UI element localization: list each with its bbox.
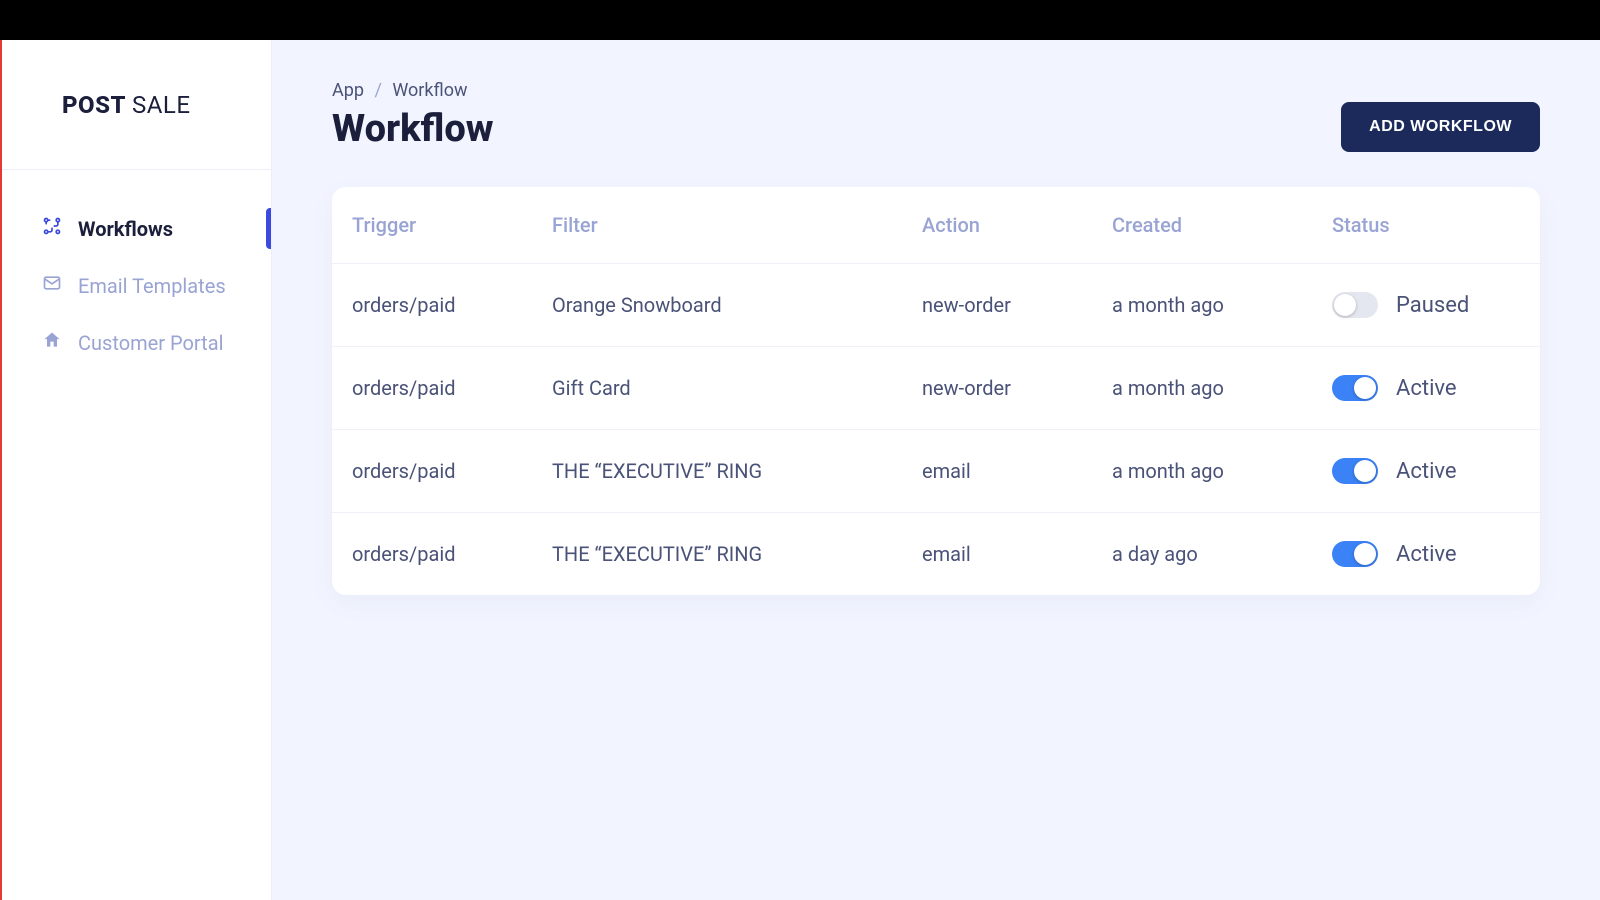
sidebar-nav: Workflows Email Templates Customer bbox=[2, 170, 271, 371]
sidebar-item-customer-portal[interactable]: Customer Portal bbox=[2, 314, 271, 371]
cell-created: a month ago bbox=[1112, 293, 1332, 317]
table-row[interactable]: orders/paidGift Cardnew-ordera month ago… bbox=[332, 346, 1540, 429]
flow-icon bbox=[42, 216, 62, 241]
cell-action: email bbox=[922, 459, 1112, 483]
cell-trigger: orders/paid bbox=[352, 542, 552, 566]
window-letterbox-top bbox=[0, 0, 1600, 40]
table-row[interactable]: orders/paidTHE “EXECUTIVE” RINGemaila da… bbox=[332, 512, 1540, 595]
main-content: App / Workflow Workflow ADD WORKFLOW Tri… bbox=[272, 40, 1600, 900]
brand-logo: POST SALE bbox=[2, 40, 271, 170]
cell-created: a day ago bbox=[1112, 542, 1332, 566]
toggle-knob bbox=[1334, 294, 1356, 316]
cell-trigger: orders/paid bbox=[352, 459, 552, 483]
status-toggle[interactable] bbox=[1332, 375, 1378, 401]
sidebar-item-workflows[interactable]: Workflows bbox=[2, 200, 271, 257]
status-label: Paused bbox=[1396, 293, 1469, 318]
cell-action: email bbox=[922, 542, 1112, 566]
sidebar: POST SALE Workflows bbox=[2, 40, 272, 900]
cell-status: Active bbox=[1332, 375, 1540, 401]
cell-action: new-order bbox=[922, 293, 1112, 317]
cell-filter: THE “EXECUTIVE” RING bbox=[552, 459, 922, 483]
workflow-table: Trigger Filter Action Created Status ord… bbox=[332, 187, 1540, 595]
sidebar-item-label: Workflows bbox=[78, 217, 173, 241]
cell-status: Active bbox=[1332, 541, 1540, 567]
brand-bold: POST bbox=[62, 91, 126, 119]
cell-trigger: orders/paid bbox=[352, 376, 552, 400]
status-label: Active bbox=[1396, 376, 1457, 401]
sidebar-item-email-templates[interactable]: Email Templates bbox=[2, 257, 271, 314]
breadcrumb-current: Workflow bbox=[392, 80, 467, 101]
th-action: Action bbox=[922, 213, 1112, 237]
status-label: Active bbox=[1396, 459, 1457, 484]
status-label: Active bbox=[1396, 542, 1457, 567]
table-row[interactable]: orders/paidTHE “EXECUTIVE” RINGemaila mo… bbox=[332, 429, 1540, 512]
table-row[interactable]: orders/paidOrange Snowboardnew-ordera mo… bbox=[332, 263, 1540, 346]
brand-light: SALE bbox=[132, 91, 190, 119]
cell-status: Paused bbox=[1332, 292, 1540, 318]
home-icon bbox=[42, 330, 62, 355]
th-status: Status bbox=[1332, 213, 1540, 237]
status-toggle[interactable] bbox=[1332, 458, 1378, 484]
table-header-row: Trigger Filter Action Created Status bbox=[332, 187, 1540, 263]
breadcrumb: App / Workflow bbox=[332, 80, 1540, 101]
cell-filter: Gift Card bbox=[552, 376, 922, 400]
cell-filter: THE “EXECUTIVE” RING bbox=[552, 542, 922, 566]
th-filter: Filter bbox=[552, 213, 922, 237]
cell-status: Active bbox=[1332, 458, 1540, 484]
cell-filter: Orange Snowboard bbox=[552, 293, 922, 317]
status-toggle[interactable] bbox=[1332, 292, 1378, 318]
th-created: Created bbox=[1112, 213, 1332, 237]
toggle-knob bbox=[1354, 460, 1376, 482]
cell-action: new-order bbox=[922, 376, 1112, 400]
app-root: POST SALE Workflows bbox=[0, 40, 1600, 900]
th-trigger: Trigger bbox=[352, 213, 552, 237]
status-toggle[interactable] bbox=[1332, 541, 1378, 567]
sidebar-item-label: Customer Portal bbox=[78, 331, 223, 355]
toggle-knob bbox=[1354, 377, 1376, 399]
mail-icon bbox=[42, 273, 62, 298]
table-body: orders/paidOrange Snowboardnew-ordera mo… bbox=[332, 263, 1540, 595]
toggle-knob bbox=[1354, 543, 1376, 565]
add-workflow-button[interactable]: ADD WORKFLOW bbox=[1341, 102, 1540, 152]
cell-trigger: orders/paid bbox=[352, 293, 552, 317]
cell-created: a month ago bbox=[1112, 376, 1332, 400]
breadcrumb-root[interactable]: App bbox=[332, 80, 364, 101]
sidebar-item-label: Email Templates bbox=[78, 274, 226, 298]
breadcrumb-separator: / bbox=[374, 80, 381, 101]
cell-created: a month ago bbox=[1112, 459, 1332, 483]
